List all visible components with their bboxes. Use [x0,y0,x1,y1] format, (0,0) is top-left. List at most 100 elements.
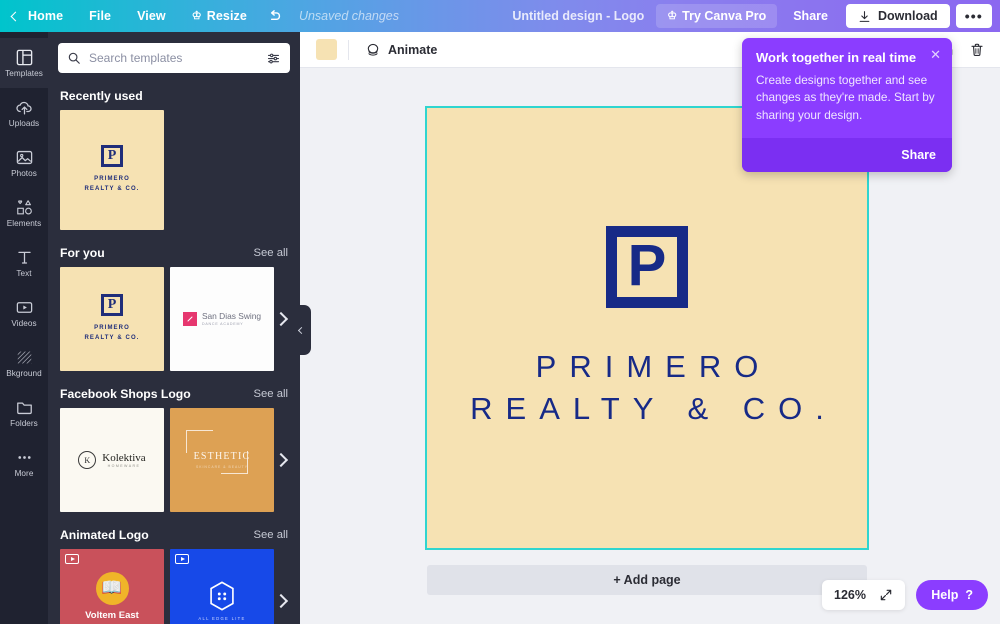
menu-view[interactable]: View [124,0,179,32]
see-all-facebook-shops[interactable]: See all [253,388,288,400]
carousel-next-facebook-shops[interactable] [273,452,289,468]
section-header-for-you: For you See all [48,230,300,267]
sidebar-label-templates: Templates [5,68,43,78]
template-card-san-dias-swing[interactable]: San Dias Swing DANCE ACADEMY [170,267,274,371]
brand-line-1: PRIMERO [535,349,772,385]
primero-line1: PRIMERO [94,325,130,332]
download-icon [859,10,870,22]
template-card-primero-2[interactable]: P PRIMERO REALTY & CO. [60,267,164,371]
section-title: Facebook Shops Logo [60,387,191,401]
text-icon [17,251,31,264]
add-page-button[interactable]: + Add page [427,565,867,595]
kolektiva-line1: Kolektiva [102,451,146,464]
panel-collapse-handle[interactable] [289,305,311,355]
help-label: Help [931,588,959,602]
more-dots-icon: ••• [964,8,983,24]
delete-button[interactable] [964,37,990,63]
unsaved-changes-label: Unsaved changes [298,9,400,23]
primero-mark-letter: P [107,297,117,313]
menu-file-label: File [89,9,112,23]
video-badge-icon [65,554,79,564]
download-label: Download [877,9,938,23]
template-thumb-kolektiva: K Kolektiva HOMEWARE [60,408,164,512]
see-all-for-you[interactable]: See all [253,247,288,259]
section-title: Animated Logo [60,528,149,542]
esthetic-line2: SKINCARE & BEAUTY [195,465,249,469]
template-row-recently-used: P PRIMERO REALTY & CO. [48,110,300,230]
kolektiva-mark-letter: K [84,455,91,465]
sidebar-label-text: Text [16,268,32,278]
chevron-left-icon [297,326,305,334]
try-canva-pro-button[interactable]: ♔ Try Canva Pro [656,4,778,28]
search-box[interactable] [58,43,290,73]
add-page-label: + Add page [613,573,681,587]
crown-icon: ♔ [667,9,678,22]
template-card-all-edge-lite[interactable]: ALL EDGE LITE [170,549,274,624]
top-header-bar: Home File View ♔ Resize Unsaved changes … [0,0,1000,32]
background-icon [17,351,31,364]
template-card-esthetic[interactable]: ESTHETIC SKINCARE & BEAUTY [170,408,274,512]
template-thumb-primero: P PRIMERO REALTY & CO. [60,110,164,230]
esthetic-line1: ESTHETIC [193,451,251,462]
template-thumb-voltem: 📖 Voltem East Academy [60,549,164,624]
share-button[interactable]: Share [781,4,840,28]
sidebar-item-templates[interactable]: Templates [0,38,48,88]
sidebar-label-folders: Folders [10,418,38,428]
more-options-button[interactable]: ••• [955,4,992,28]
help-button[interactable]: Help ? [916,580,988,610]
animate-label: Animate [388,42,438,57]
shapes-icon [16,200,32,215]
template-card-voltem-east-academy[interactable]: 📖 Voltem East Academy [60,549,164,624]
sidebar-label-bkground-videos: Videos [11,318,37,328]
sandias-line2: DANCE ACADEMY [201,321,244,326]
sidebar-item-more[interactable]: More [0,438,48,488]
menu-file[interactable]: File [76,0,124,32]
sidebar-item-videos[interactable]: Videos [0,288,48,338]
popup-footer: Share [742,137,952,172]
design-page[interactable]: P PRIMERO REALTY & CO. [425,106,869,550]
video-badge-icon [175,554,189,564]
undo-button[interactable] [260,8,293,25]
filter-sliders-icon[interactable] [266,51,281,66]
expand-arrows-icon[interactable] [879,588,893,602]
collaboration-popup: ✕ Work together in real time Create desi… [742,38,952,172]
sidebar-item-elements[interactable]: Elements [0,188,48,238]
search-input[interactable] [89,51,258,65]
kolektiva-mark: K [78,451,97,469]
close-icon[interactable]: ✕ [930,48,941,61]
play-triangle-icon [180,557,185,561]
carousel-next-for-you[interactable] [273,311,289,327]
carousel-next-animated-logo[interactable] [273,593,289,609]
home-button[interactable]: Home [0,0,76,32]
primero-mark: P [101,294,123,317]
zoom-control[interactable]: 126% [822,580,905,610]
zoom-level-value: 126% [834,588,866,602]
logo-mark-letter: P [627,232,667,298]
more-dots-icon [17,456,31,459]
crown-icon: ♔ [191,9,202,22]
sidebar-item-text[interactable]: Text [0,238,48,288]
resize-button[interactable]: ♔ Resize [179,0,260,32]
sidebar-item-photos[interactable]: Photos [0,138,48,188]
search-area [48,32,300,73]
template-card-primero[interactable]: P PRIMERO REALTY & CO. [60,110,164,230]
popup-description: Create designs together and see changes … [756,73,935,122]
brand-line-2: REALTY & CO. [470,391,837,426]
toolbar-divider [348,39,349,60]
search-icon [68,52,80,64]
help-question-icon: ? [965,588,973,602]
sidebar-item-bkground[interactable]: Bkground [0,338,48,388]
dance-mark-icon [187,316,193,322]
download-button[interactable]: Download [845,4,950,28]
sidebar-item-uploads[interactable]: Uploads [0,88,48,138]
popup-share-button[interactable]: Share [901,148,936,162]
template-card-kolektiva[interactable]: K Kolektiva HOMEWARE [60,408,164,512]
animate-button[interactable]: Animate [360,39,442,61]
popup-body: ✕ Work together in real time Create desi… [742,38,952,138]
play-triangle-icon [70,557,75,561]
page-color-swatch[interactable] [316,39,337,60]
section-header-recently-used: Recently used [48,73,300,110]
sidebar-item-folders[interactable]: Folders [0,388,48,438]
primero-line1: PRIMERO [94,176,130,183]
see-all-animated-logo[interactable]: See all [253,529,288,541]
